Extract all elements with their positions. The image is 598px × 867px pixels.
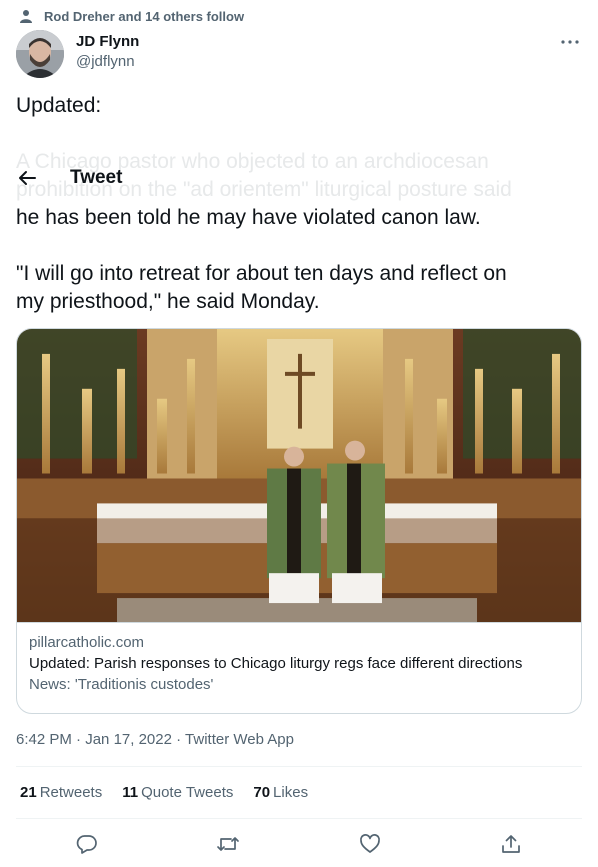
social-context[interactable]: Rod Dreher and 14 others follow (18, 7, 244, 25)
quote-tweets-label: Quote Tweets (141, 784, 234, 801)
tweet-meta: 6:42 PM · Jan 17, 2022 · Twitter Web App (16, 730, 294, 750)
social-context-text: Rod Dreher and 14 others follow (44, 8, 245, 24)
tweet-actions (16, 827, 582, 861)
card-title: Updated: Parish responses to Chicago lit… (29, 655, 523, 672)
card-image (17, 329, 581, 623)
retweets-label: Retweets (39, 784, 103, 801)
tweet-text: Updated: A Chicago pastor who objected t… (16, 92, 582, 316)
likes-label: Likes (273, 784, 309, 801)
tweet-source[interactable]: Twitter Web App (185, 731, 294, 748)
separator: · (76, 731, 82, 748)
author-name[interactable]: JD Flynn (76, 32, 139, 52)
like-icon[interactable] (353, 827, 387, 861)
tweet-author: JD Flynn @jdflynn (16, 30, 582, 80)
card-domain: pillarcatholic.com (29, 634, 145, 651)
tweet-line: "I will go into retreat for about ten da… (16, 262, 507, 285)
divider (16, 818, 582, 819)
tweet-date[interactable]: Jan 17, 2022 (85, 731, 172, 748)
reply-icon[interactable] (70, 827, 104, 861)
page-title: Tweet (70, 167, 123, 188)
share-icon[interactable] (494, 827, 528, 861)
tweet-line: my priesthood," he said Monday. (16, 290, 320, 313)
separator: · (176, 731, 182, 748)
likes-stat[interactable]: 70 Likes (253, 783, 308, 803)
retweets-stat[interactable]: 21 Retweets (20, 783, 102, 803)
avatar[interactable] (16, 30, 64, 78)
more-icon[interactable] (558, 32, 582, 52)
tweet-line: he has been told he may have violated ca… (16, 206, 481, 229)
tweet-stats: 21 Retweets 11 Quote Tweets 70 Likes (20, 783, 328, 803)
tweet-header: Tweet (0, 160, 598, 196)
back-arrow-icon[interactable] (16, 167, 38, 189)
quote-tweets-stat[interactable]: 11 Quote Tweets (122, 783, 233, 803)
retweets-count: 21 (20, 784, 37, 801)
retweet-icon[interactable] (211, 827, 245, 861)
card-description: News: 'Traditionis custodes' (29, 676, 214, 693)
tweet-time[interactable]: 6:42 PM (16, 731, 72, 748)
tweet-line: Updated: (16, 94, 102, 117)
likes-count: 70 (253, 784, 271, 801)
quote-tweets-count: 11 (122, 784, 139, 801)
person-icon (18, 8, 34, 24)
link-card[interactable]: pillarcatholic.com Updated: Parish respo… (16, 328, 582, 714)
divider (16, 766, 582, 767)
author-handle[interactable]: @jdflynn (76, 52, 139, 72)
